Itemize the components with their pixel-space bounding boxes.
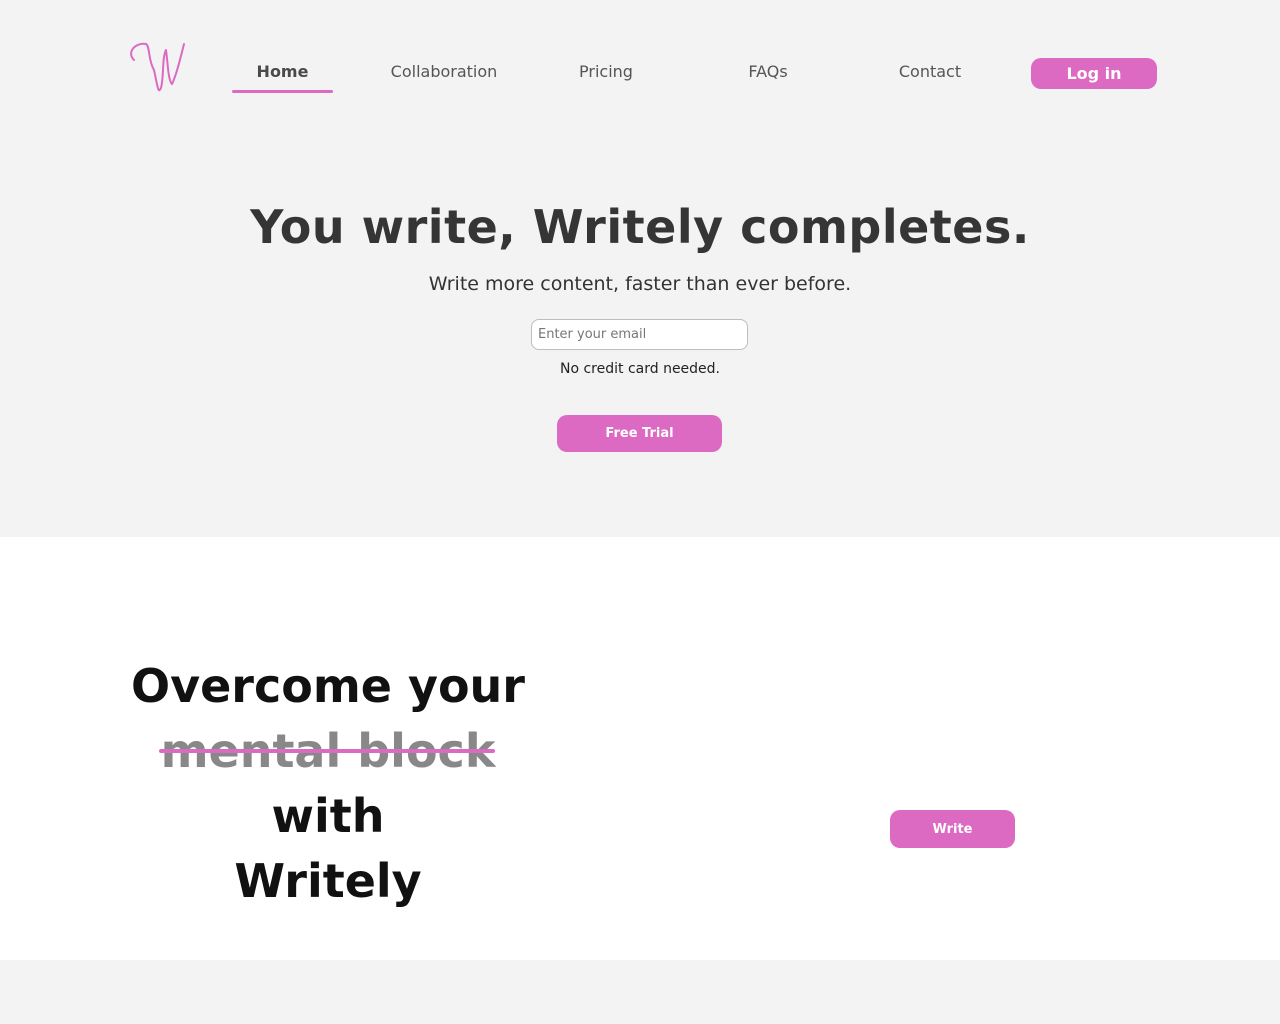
headline-end: Writely [234, 854, 422, 908]
footer-section [0, 960, 1280, 1024]
header: Home Collaboration Pricing FAQs Contact … [0, 0, 1280, 120]
feature-headline: Overcome your mental block with Writely [110, 654, 546, 914]
headline-start: Overcome your [130, 659, 525, 713]
headline-middle: with [271, 789, 385, 843]
free-trial-button[interactable]: Free Trial [557, 415, 722, 452]
hero-title: You write, Writely completes. [250, 200, 1030, 254]
nav-collaboration-label: Collaboration [390, 62, 498, 81]
nav-contact[interactable]: Contact [890, 62, 970, 92]
strike-line [158, 749, 496, 753]
no-credit-card-note: No credit card needed. [559, 361, 721, 377]
nav-collaboration[interactable]: Collaboration [384, 62, 504, 92]
hero-subtitle: Write more content, faster than ever bef… [428, 273, 852, 295]
nav-home[interactable]: Home [232, 62, 333, 92]
nav-home-label: Home [256, 62, 309, 81]
logo-icon[interactable] [124, 30, 190, 96]
nav-faqs-label: FAQs [748, 62, 788, 81]
login-button[interactable]: Log in [1031, 58, 1157, 89]
nav-faqs[interactable]: FAQs [733, 62, 803, 92]
nav-active-indicator [232, 90, 333, 93]
nav-pricing[interactable]: Pricing [566, 62, 646, 92]
nav-contact-label: Contact [898, 62, 962, 81]
feature-section: Overcome your mental block with Writely … [0, 537, 1280, 960]
nav-pricing-label: Pricing [579, 62, 633, 81]
headline-struck-text: mental block [158, 719, 496, 784]
email-input[interactable] [531, 319, 748, 350]
write-button[interactable]: Write [890, 810, 1015, 848]
